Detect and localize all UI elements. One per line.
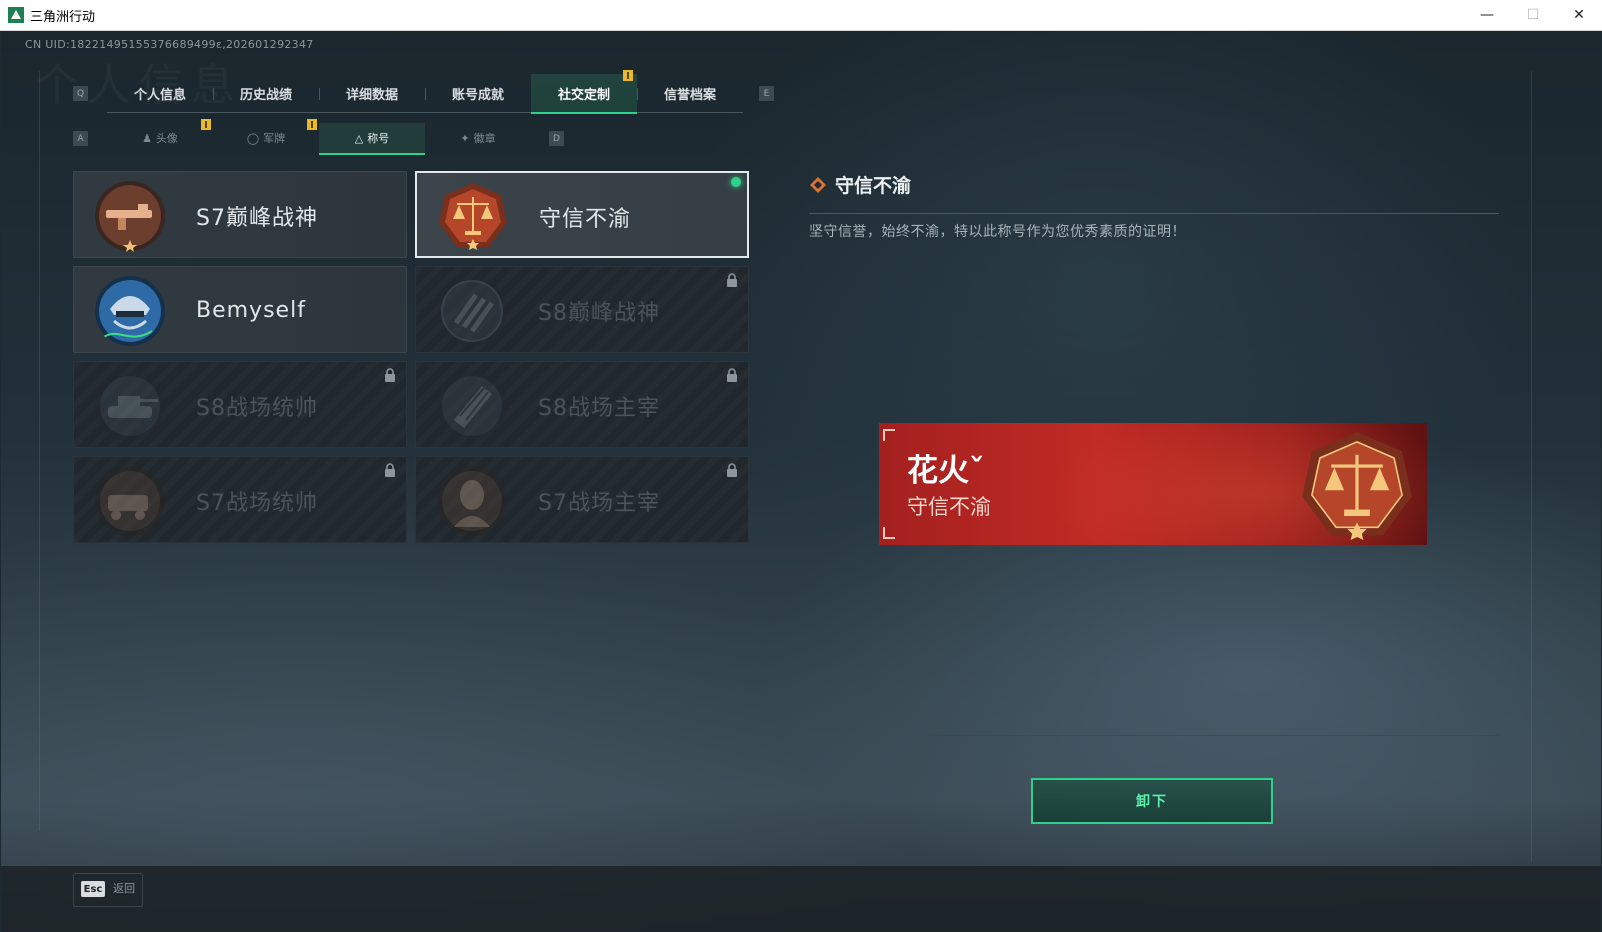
- title-card-s8-peak-god[interactable]: S8巅峰战神: [415, 266, 749, 353]
- subtab-avatar-label: 头像: [155, 132, 178, 145]
- close-button[interactable]: ✕: [1556, 0, 1602, 30]
- badge-icon: ✦: [460, 131, 470, 145]
- next-subtab-key-hint[interactable]: D: [549, 131, 564, 146]
- tab-credit-record[interactable]: 信誉档案: [637, 74, 743, 112]
- title-card-bemyself[interactable]: Bemyself: [73, 266, 407, 353]
- title-card-label: S7巅峰战神: [196, 205, 318, 231]
- window-controls: — ☐ ✕: [1464, 0, 1602, 30]
- person-icon: ♟: [142, 131, 152, 145]
- lock-icon: [727, 463, 737, 477]
- title-card-label: S7战场主宰: [538, 490, 660, 516]
- title-card-label: S8巅峰战神: [538, 300, 660, 326]
- subtab-badge-label: 徽章: [473, 132, 496, 145]
- title-card-s8-battlefield-ruler[interactable]: S8战场主宰: [415, 361, 749, 448]
- detail-title: 守信不渝: [835, 175, 912, 197]
- next-tab-key-hint[interactable]: E: [759, 86, 774, 101]
- rifle-emblem-icon: [95, 181, 165, 252]
- armored-vehicle-emblem-icon: [95, 466, 165, 536]
- subtab-avatar[interactable]: ♟ 头像: [107, 123, 213, 153]
- prev-tab-key-hint[interactable]: Q: [73, 86, 88, 101]
- tab-personal-info[interactable]: 个人信息: [107, 74, 213, 112]
- main-tab-bar: 个人信息 历史战绩 详细数据 账号成就 社交定制 信誉档案: [107, 74, 743, 114]
- title-card-label: Bemyself: [196, 298, 306, 323]
- lock-icon: [385, 463, 395, 477]
- stripes-emblem-icon: [437, 276, 507, 346]
- scales-emblem-icon: [1302, 432, 1412, 541]
- tab-detailed-stats[interactable]: 详细数据: [319, 74, 425, 112]
- subtab-title-label: 称号: [367, 132, 390, 145]
- game-screen: 个人信息 CN UID:18221495155376689499ε,202601…: [1, 31, 1601, 932]
- title-card-s8-battlefield-marshal[interactable]: S8战场统帅: [73, 361, 407, 448]
- tank-emblem-icon: [95, 371, 165, 441]
- title-card-label: 守信不渝: [539, 206, 632, 232]
- divider: [809, 213, 1499, 214]
- equipped-indicator: [731, 177, 741, 187]
- esc-key-hint[interactable]: Esc: [81, 881, 105, 897]
- footer-bar: [1, 866, 1601, 932]
- dogtag-icon: ◯: [246, 131, 260, 145]
- prev-subtab-key-hint[interactable]: A: [73, 131, 88, 146]
- corner-bracket: [883, 527, 895, 539]
- subtab-title[interactable]: △ 称号: [319, 123, 425, 155]
- rocket-launcher-emblem-icon: [437, 371, 507, 441]
- divider: [809, 735, 1499, 736]
- maximize-button[interactable]: ☐: [1510, 0, 1556, 30]
- lock-icon: [385, 368, 395, 382]
- subtab-dogtag[interactable]: ◯ 军牌: [213, 123, 319, 153]
- subtab-badge[interactable]: ✦ 徽章: [425, 123, 531, 153]
- avatar-new-badge: [201, 119, 211, 130]
- scales-emblem-icon: [439, 183, 507, 250]
- window-titlebar: 三角洲行动 — ☐ ✕: [0, 0, 1602, 31]
- title-preview-card: 花火ˇ 守信不渝: [879, 423, 1427, 545]
- corner-bracket: [883, 429, 895, 441]
- unequip-button[interactable]: 卸下: [1031, 778, 1273, 824]
- new-item-badge: [623, 70, 633, 81]
- frame-line-left: [39, 71, 40, 831]
- title-icon: △: [354, 131, 364, 145]
- title-card-label: S8战场主宰: [538, 395, 660, 421]
- window-title: 三角洲行动: [30, 9, 96, 25]
- operator-portrait-emblem-icon: [437, 466, 507, 536]
- subtab-dogtag-label: 军牌: [263, 132, 286, 145]
- title-card-s7-peak-god[interactable]: S7巅峰战神: [73, 171, 407, 258]
- app-logo-icon: [8, 7, 24, 23]
- frame-line-right: [1531, 71, 1532, 861]
- title-card-trustworthy[interactable]: 守信不渝: [415, 171, 749, 258]
- title-card-s7-battlefield-ruler[interactable]: S7战场主宰: [415, 456, 749, 543]
- detail-description: 坚守信誉，始终不渝，特以此称号作为您优秀素质的证明！: [809, 224, 1186, 240]
- tab-match-history[interactable]: 历史战绩: [213, 74, 319, 112]
- back-label: 返回: [113, 882, 135, 895]
- lock-icon: [727, 368, 737, 382]
- sub-tab-bar: ♟ 头像 ◯ 军牌 △ 称号 ✦ 徽章: [107, 123, 531, 155]
- diamond-icon: [810, 176, 826, 193]
- soldier-helmet-emblem-icon: [95, 276, 165, 346]
- preview-title: 守信不渝: [907, 495, 991, 519]
- tab-social-custom[interactable]: 社交定制: [531, 74, 637, 114]
- title-card-s7-battlefield-marshal[interactable]: S7战场统帅: [73, 456, 407, 543]
- tab-achievements[interactable]: 账号成就: [425, 74, 531, 112]
- title-card-label: S8战场统帅: [196, 395, 318, 421]
- dogtag-new-badge: [307, 119, 317, 130]
- title-card-label: S7战场统帅: [196, 490, 318, 516]
- player-uid: CN UID:18221495155376689499ε,20260129234…: [25, 38, 314, 51]
- minimize-button[interactable]: —: [1464, 0, 1510, 30]
- preview-player-name: 花火ˇ: [907, 453, 985, 489]
- lock-icon: [727, 273, 737, 287]
- detail-header: 守信不渝: [809, 171, 911, 198]
